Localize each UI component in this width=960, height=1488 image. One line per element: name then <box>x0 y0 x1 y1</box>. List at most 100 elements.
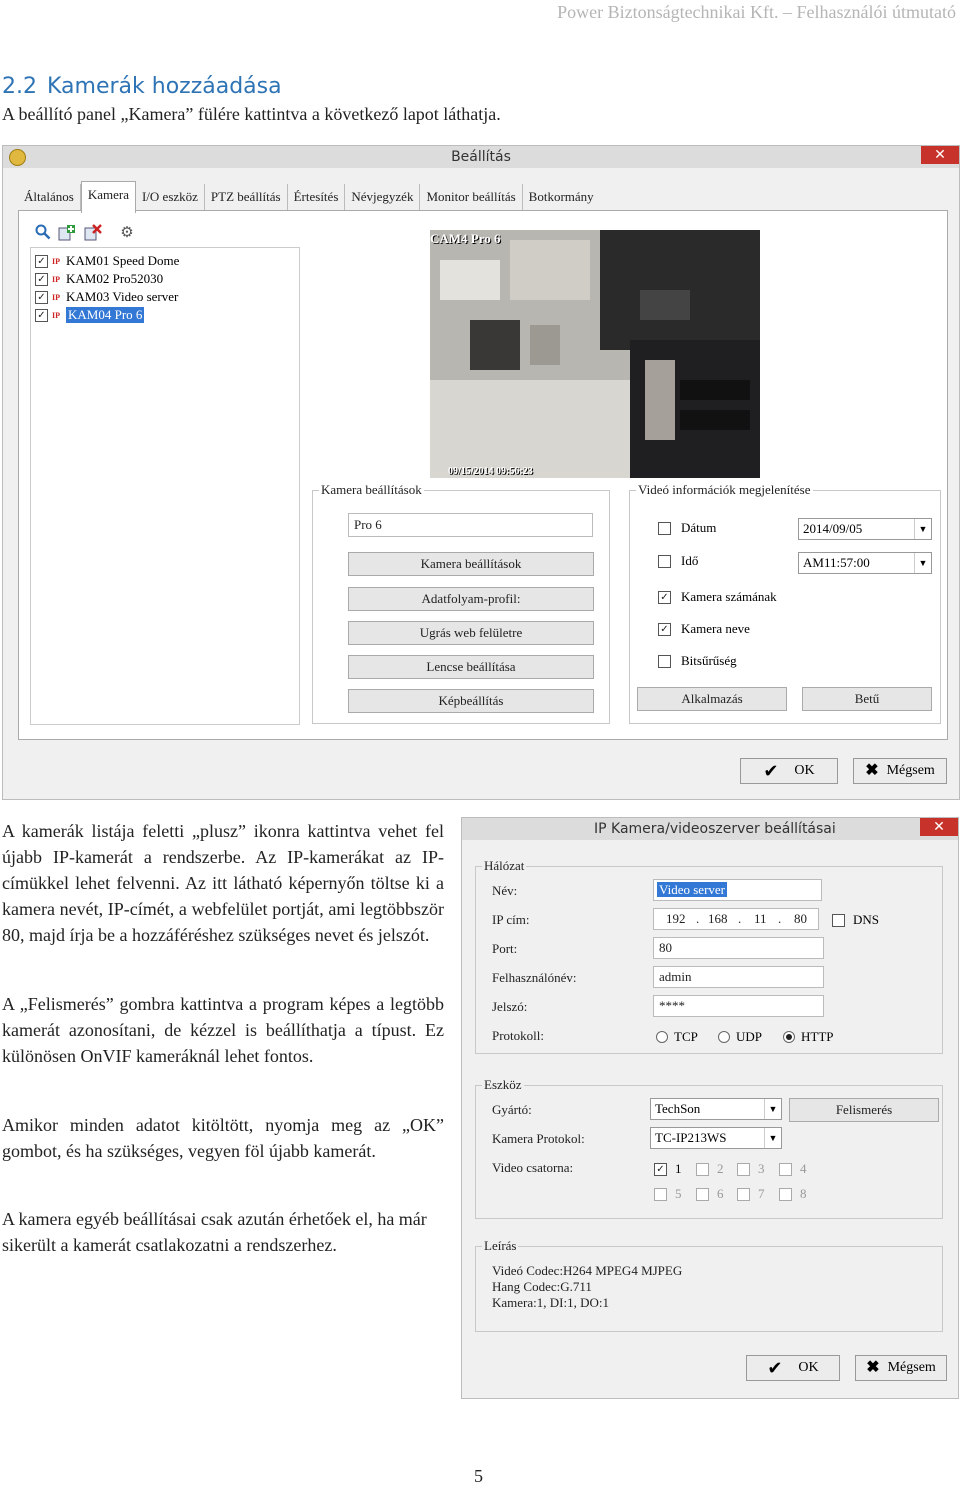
ip-dot: . <box>778 911 782 926</box>
vendor-label: Gyártó: <box>492 1102 532 1117</box>
camera-name-checkbox[interactable]: ✓ Kamera neve <box>658 621 750 637</box>
settings-tabs: Általános Kamera I/O eszköz PTZ beállítá… <box>18 181 600 213</box>
channel-checkbox-7[interactable]: 7 <box>737 1186 765 1202</box>
tab-general[interactable]: Általános <box>18 184 81 210</box>
tab-monitor[interactable]: Monitor beállítás <box>420 184 523 210</box>
close-icon[interactable]: ✕ <box>921 146 959 164</box>
username-input[interactable]: admin <box>653 966 824 988</box>
ip-octet-2[interactable]: 168 <box>708 909 728 929</box>
channel-checkbox-6[interactable]: 6 <box>696 1186 724 1202</box>
time-select[interactable]: AM11:57:00 ▼ <box>798 552 932 574</box>
camera-name-input[interactable]: Pro 6 <box>348 513 593 537</box>
checkbox-box[interactable] <box>654 1187 667 1201</box>
checkbox-box[interactable] <box>737 1162 750 1176</box>
apply-button[interactable]: Alkalmazás <box>637 687 787 711</box>
ip-ok-button[interactable]: ✔ OK <box>746 1355 840 1381</box>
checkbox-box[interactable] <box>658 554 671 568</box>
port-input[interactable]: 80 <box>653 937 824 959</box>
protocol-http-radio[interactable]: HTTP <box>783 1029 834 1045</box>
chevron-down-icon[interactable]: ▼ <box>764 1128 781 1148</box>
video-info-legend: Videó információk megjelenítése <box>636 482 813 498</box>
checkbox-box[interactable]: ✓ <box>658 590 671 604</box>
chevron-down-icon[interactable]: ▼ <box>764 1099 781 1119</box>
camera-checkbox[interactable]: ✓ <box>35 254 48 268</box>
tab-camera[interactable]: Kamera <box>80 181 136 213</box>
radio-circle[interactable] <box>656 1031 668 1043</box>
ip-octet-3[interactable]: 11 <box>754 909 767 929</box>
gear-icon[interactable]: ⚙ <box>118 224 136 242</box>
radio-circle[interactable] <box>718 1031 730 1043</box>
date-checkbox[interactable]: Dátum <box>658 520 716 536</box>
checkbox-box[interactable] <box>696 1187 709 1201</box>
protocol-tcp-radio[interactable]: TCP <box>656 1029 698 1045</box>
chevron-down-icon[interactable]: ▼ <box>914 553 931 573</box>
stream-profile-button[interactable]: Adatfolyam-profil: <box>348 587 594 611</box>
name-label: Név: <box>492 883 518 898</box>
bitrate-checkbox[interactable]: Bitsűrűség <box>658 653 737 669</box>
checkbox-box[interactable] <box>779 1162 792 1176</box>
ip-octet-4[interactable]: 80 <box>794 909 807 929</box>
video-preview: CAM4 Pro 6 09/15/2014 09:56:23 <box>430 230 760 478</box>
checkbox-box[interactable] <box>658 654 671 668</box>
detect-button[interactable]: Felismerés <box>789 1098 939 1122</box>
chevron-down-icon[interactable]: ▼ <box>914 519 931 539</box>
channel-checkbox-5[interactable]: 5 <box>654 1186 682 1202</box>
protocol-udp-radio[interactable]: UDP <box>718 1029 762 1045</box>
web-interface-button[interactable]: Ugrás web felületre <box>348 621 594 645</box>
ip-cancel-button[interactable]: ✖ Mégsem <box>855 1355 947 1381</box>
camera-checkbox[interactable]: ✓ <box>35 272 48 286</box>
checkbox-box[interactable] <box>779 1187 792 1201</box>
camera-checkbox[interactable]: ✓ <box>35 308 48 322</box>
tab-notification[interactable]: Értesítés <box>288 184 346 210</box>
channel-checkbox-1[interactable]: ✓ 1 <box>654 1161 682 1177</box>
camera-number-checkbox[interactable]: ✓ Kamera számának <box>658 589 777 605</box>
tab-io-device[interactable]: I/O eszköz <box>136 184 205 210</box>
ip-camera-icon: IP <box>52 256 60 266</box>
channel-checkbox-2[interactable]: 2 <box>696 1161 724 1177</box>
name-value: Video server <box>657 882 727 897</box>
camera-protocol-select[interactable]: TC-IP213WS ▼ <box>650 1127 782 1149</box>
network-legend: Hálózat <box>482 858 527 874</box>
cancel-button[interactable]: ✖ Mégsem <box>853 758 947 784</box>
checkmark-icon: ✔ <box>763 761 779 781</box>
lens-settings-button[interactable]: Lencse beállítása <box>348 655 594 679</box>
camera-list-item[interactable]: ✓ IP KAM03 Video server <box>35 288 178 306</box>
image-settings-button[interactable]: Képbeállítás <box>348 689 594 713</box>
camera-checkbox[interactable]: ✓ <box>35 290 48 304</box>
ip-address-input[interactable]: 192 . 168 . 11 . 80 <box>653 908 819 930</box>
name-input[interactable]: Video server <box>653 879 822 901</box>
camera-list-item[interactable]: ✓ IP KAM04 Pro 6 <box>35 306 145 324</box>
checkbox-box[interactable]: ✓ <box>658 622 671 636</box>
search-icon[interactable] <box>34 224 52 242</box>
port-label: Port: <box>492 941 518 956</box>
time-checkbox[interactable]: Idő <box>658 553 698 569</box>
channel-checkbox-4[interactable]: 4 <box>779 1161 807 1177</box>
font-button[interactable]: Betű <box>802 687 932 711</box>
camera-list-item[interactable]: ✓ IP KAM01 Speed Dome <box>35 252 179 270</box>
tab-ptz[interactable]: PTZ beállítás <box>205 184 288 210</box>
ip-octet-1[interactable]: 192 <box>666 909 686 929</box>
date-select[interactable]: 2014/09/05 ▼ <box>798 518 932 540</box>
password-input[interactable]: **** <box>653 995 824 1017</box>
channel-checkbox-8[interactable]: 8 <box>779 1186 807 1202</box>
camera-settings-button[interactable]: Kamera beállítások <box>348 552 594 576</box>
delete-icon[interactable] <box>84 224 102 242</box>
add-icon[interactable] <box>58 224 76 242</box>
radio-circle-selected[interactable] <box>783 1031 795 1043</box>
checkbox-box[interactable] <box>737 1187 750 1201</box>
description-line: Kamera:1, DI:1, DO:1 <box>492 1295 609 1310</box>
camera-list-item[interactable]: ✓ IP KAM02 Pro52030 <box>35 270 163 288</box>
channel-checkbox-3[interactable]: 3 <box>737 1161 765 1177</box>
checkbox-box[interactable] <box>658 521 671 535</box>
channel-label: 6 <box>717 1186 724 1201</box>
close-icon[interactable]: ✕ <box>920 818 958 836</box>
tab-directory[interactable]: Névjegyzék <box>345 184 421 210</box>
tab-joystick[interactable]: Botkormány <box>523 184 600 210</box>
checkbox-box[interactable] <box>696 1162 709 1176</box>
ok-button[interactable]: ✔ OK <box>740 758 838 784</box>
checkbox-box[interactable]: ✓ <box>654 1162 667 1176</box>
dns-checkbox[interactable]: DNS <box>832 912 879 928</box>
vendor-select[interactable]: TechSon ▼ <box>650 1098 782 1120</box>
checkbox-box[interactable] <box>832 913 845 927</box>
camera-label-selected: KAM04 Pro 6 <box>66 307 145 323</box>
